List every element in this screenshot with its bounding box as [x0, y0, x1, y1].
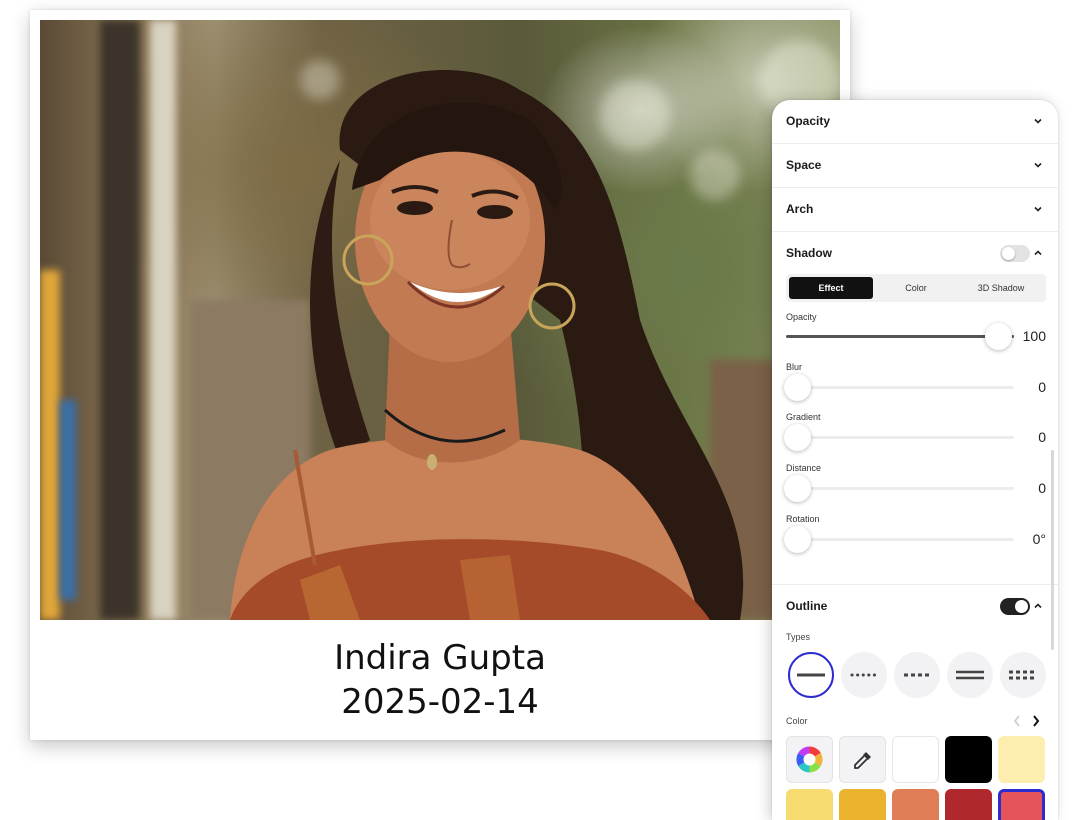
- color-swatch[interactable]: [892, 736, 939, 783]
- color-wheel-button[interactable]: [786, 736, 833, 783]
- gradient-value: 0: [1038, 429, 1046, 445]
- section-label: Arch: [786, 202, 814, 216]
- blur-value: 0: [1038, 379, 1046, 395]
- outline-type-double[interactable]: [947, 652, 993, 698]
- dotted-line-icon: [850, 673, 878, 677]
- opacity-value: 100: [1022, 328, 1046, 344]
- distance-value: 0: [1038, 480, 1046, 496]
- chevron-up-icon[interactable]: [1032, 600, 1044, 612]
- double-dotted-line-icon: [1009, 670, 1037, 680]
- slider-thumb[interactable]: [985, 323, 1012, 350]
- color-swatch[interactable]: [998, 736, 1045, 783]
- section-label: Opacity: [786, 114, 831, 128]
- slider-label-opacity: Opacity: [786, 312, 817, 322]
- dashed-line-icon: [904, 673, 931, 677]
- distance-slider[interactable]: [784, 475, 1014, 502]
- chevron-down-icon[interactable]: [1032, 203, 1044, 215]
- section-shadow[interactable]: Shadow: [772, 232, 1058, 276]
- portrait-subject: [230, 70, 744, 620]
- color-label: Color: [786, 716, 808, 726]
- tab-color[interactable]: Color: [874, 277, 958, 299]
- types-label: Types: [786, 632, 811, 642]
- solid-line-icon: [797, 673, 825, 677]
- tab-effect[interactable]: Effect: [789, 277, 873, 299]
- chevron-down-icon[interactable]: [1032, 115, 1044, 127]
- section-arch[interactable]: Arch: [772, 188, 1058, 232]
- section-opacity[interactable]: Opacity: [772, 100, 1058, 144]
- slider-label-distance: Distance: [786, 463, 822, 473]
- color-swatch[interactable]: [839, 789, 886, 820]
- section-label: Shadow: [786, 246, 833, 260]
- slider-fill: [786, 335, 1014, 338]
- color-swatch[interactable]: [998, 789, 1045, 820]
- caption-date: 2025-02-14: [341, 682, 539, 722]
- toggle-knob: [1015, 600, 1028, 613]
- slider-thumb[interactable]: [784, 424, 811, 451]
- tab-3d-shadow[interactable]: 3D Shadow: [959, 277, 1043, 299]
- panel-scrollbar[interactable]: [1051, 450, 1054, 650]
- slider-thumb[interactable]: [784, 374, 811, 401]
- slider-thumb[interactable]: [784, 526, 811, 553]
- portrait-photo: [40, 20, 840, 620]
- eyedropper-button[interactable]: [839, 736, 886, 783]
- color-swatch[interactable]: [786, 789, 833, 820]
- eyedropper-icon: [854, 752, 871, 769]
- color-swatch[interactable]: [945, 789, 992, 820]
- shadow-tabs: Effect Color 3D Shadow: [786, 274, 1046, 302]
- slider-label-blur: Blur: [786, 362, 803, 372]
- chevron-down-icon[interactable]: [1032, 159, 1044, 171]
- section-space[interactable]: Space: [772, 144, 1058, 188]
- slider-thumb[interactable]: [784, 475, 811, 502]
- outline-type-dashed[interactable]: [894, 652, 940, 698]
- outline-type-solid[interactable]: [788, 652, 834, 698]
- outline-toggle[interactable]: [1000, 598, 1030, 615]
- properties-panel: Opacity Space Arch Shadow Effect Color 3…: [772, 100, 1058, 820]
- color-swatch[interactable]: [945, 736, 992, 783]
- rotation-value: 0°: [1032, 531, 1046, 547]
- outline-type-dotted[interactable]: [841, 652, 887, 698]
- opacity-slider[interactable]: [786, 323, 1014, 350]
- color-swatch[interactable]: [892, 789, 939, 820]
- slider-label-rotation: Rotation: [786, 514, 820, 524]
- shadow-toggle[interactable]: [1000, 245, 1030, 262]
- rotation-slider[interactable]: [784, 526, 1014, 553]
- photo-card: Indira Gupta 2025-02-14: [30, 10, 850, 740]
- outline-type-double-dotted[interactable]: [1000, 652, 1046, 698]
- gradient-slider[interactable]: [784, 424, 1014, 451]
- section-outline[interactable]: Outline: [772, 584, 1058, 628]
- caption-name: Indira Gupta: [334, 638, 546, 678]
- chevron-right-icon[interactable]: [1031, 714, 1041, 728]
- toggle-knob: [1002, 247, 1015, 260]
- color-wheel-icon: [796, 746, 823, 773]
- blur-slider[interactable]: [784, 374, 1014, 401]
- chevron-up-icon[interactable]: [1032, 247, 1044, 259]
- slider-label-gradient: Gradient: [786, 412, 821, 422]
- double-line-icon: [956, 670, 984, 680]
- section-label: Outline: [786, 599, 828, 613]
- section-label: Space: [786, 158, 822, 172]
- chevron-left-icon[interactable]: [1012, 714, 1022, 728]
